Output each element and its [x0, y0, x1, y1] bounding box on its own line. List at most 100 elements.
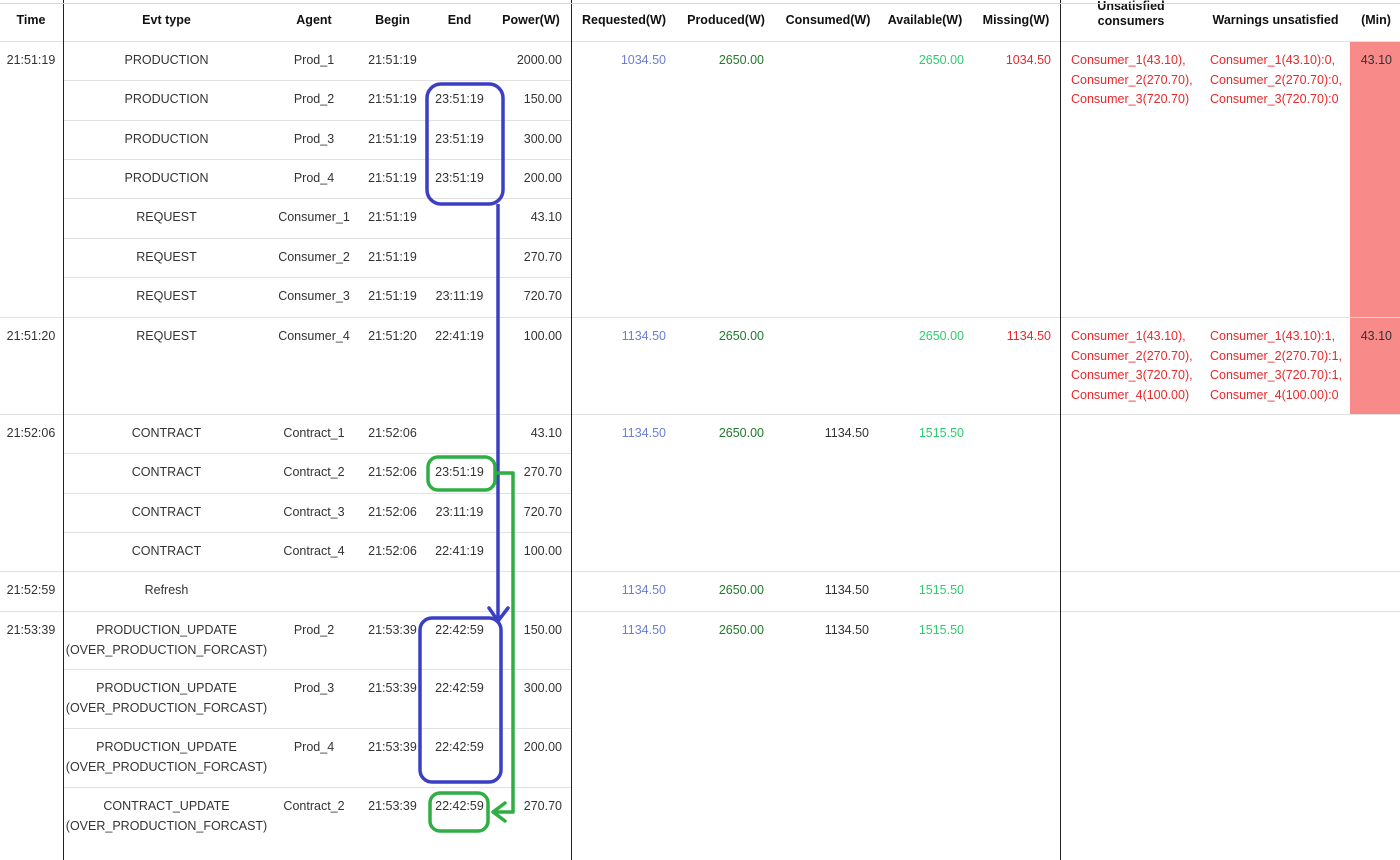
event-begin: 21:52:06 [368, 544, 417, 558]
consumed-value: 1134.50 [824, 623, 869, 637]
available-value: 2650.00 [918, 329, 964, 343]
row-divider [64, 238, 571, 239]
event-end: 23:51:19 [435, 465, 484, 479]
event-type: PRODUCTION_UPDATE (OVER_PRODUCTION_FORCA… [65, 740, 268, 774]
event-power: 200.00 [523, 740, 562, 754]
header-warnings[interactable]: Warnings unsatisfied [1202, 0, 1349, 41]
event-begin: 21:51:19 [368, 210, 417, 224]
event-type: PRODUCTION [124, 171, 209, 185]
event-agent: Consumer_1 [278, 210, 350, 224]
event-begin: 21:52:06 [368, 505, 417, 519]
group-divider [0, 571, 1400, 572]
available-value: 1515.50 [918, 623, 964, 637]
event-agent: Prod_2 [293, 92, 335, 106]
header-missing[interactable]: Missing(W) [972, 0, 1060, 41]
event-agent: Prod_3 [293, 681, 335, 695]
event-type: REQUEST [136, 210, 197, 224]
event-begin: 21:51:20 [368, 329, 417, 343]
requested-value: 1034.50 [620, 53, 666, 67]
vline-after-time [63, 0, 64, 860]
unsatisfied-consumer: Consumer_4(100.00) [1071, 387, 1190, 402]
event-type: CONTRACT [131, 505, 202, 519]
missing-value: 1134.50 [1006, 329, 1051, 343]
event-power: 720.70 [523, 289, 562, 303]
header-unsatisfied-bottom: consumers [1097, 13, 1165, 28]
event-agent: Prod_3 [293, 132, 335, 146]
header-end[interactable]: End [427, 0, 492, 41]
event-begin: 21:53:39 [368, 623, 417, 637]
unsatisfied-consumer: Consumer_3(720.70), [1071, 368, 1193, 382]
event-time: 21:51:20 [6, 329, 56, 343]
event-power: 270.70 [523, 465, 562, 479]
row-divider [64, 277, 571, 278]
event-begin: 21:52:06 [368, 426, 417, 440]
event-agent: Consumer_2 [278, 250, 350, 264]
row-divider [64, 669, 571, 670]
event-agent: Prod_2 [293, 623, 335, 637]
event-begin: 21:51:19 [368, 289, 417, 303]
event-type: CONTRACT [131, 544, 202, 558]
row-divider [64, 453, 571, 454]
header-evt-type[interactable]: Evt type [64, 0, 269, 41]
event-agent: Consumer_3 [278, 289, 350, 303]
event-type: CONTRACT_UPDATE (OVER_PRODUCTION_FORCAST… [65, 799, 268, 833]
event-begin: 21:52:06 [368, 465, 417, 479]
row-divider [64, 787, 571, 788]
unsatisfied-consumer: Consumer_2(270.70), [1071, 348, 1193, 363]
event-power: 270.70 [523, 799, 562, 813]
min-highlight-cell [1350, 42, 1400, 317]
event-agent: Prod_1 [293, 53, 335, 67]
event-type: PRODUCTION [124, 132, 209, 146]
row-divider [64, 120, 571, 121]
produced-value: 2650.00 [718, 583, 764, 597]
header-produced[interactable]: Produced(W) [676, 0, 776, 41]
event-power: 43.10 [530, 426, 562, 440]
event-power: 100.00 [523, 329, 562, 343]
row-divider [64, 159, 571, 160]
event-end: 22:42:59 [435, 799, 484, 813]
warning-unsatisfied: Consumer_2(270.70):1, [1210, 348, 1343, 363]
event-agent: Contract_1 [283, 426, 345, 440]
row-divider [64, 80, 571, 81]
event-type: CONTRACT [131, 465, 202, 479]
header-requested[interactable]: Requested(W) [574, 0, 674, 41]
unsatisfied-consumer: Consumer_1(43.10), [1071, 53, 1186, 67]
warning-unsatisfied: Consumer_4(100.00):0 [1210, 387, 1339, 402]
group-divider [0, 611, 1400, 612]
unsatisfied-consumer: Consumer_1(43.10), [1071, 329, 1186, 343]
event-time: 21:52:59 [6, 583, 56, 597]
header-begin[interactable]: Begin [360, 0, 425, 41]
consumed-value: 1134.50 [824, 426, 869, 440]
available-value: 1515.50 [918, 583, 964, 597]
row-divider [64, 493, 571, 494]
event-begin: 21:51:19 [368, 171, 417, 185]
header-agent[interactable]: Agent [270, 0, 358, 41]
event-begin: 21:51:19 [368, 92, 417, 106]
event-agent: Contract_4 [283, 544, 345, 558]
header-consumed[interactable]: Consumed(W) [778, 0, 878, 41]
event-end: 22:42:59 [435, 740, 484, 754]
event-time: 21:51:19 [6, 53, 56, 67]
group-divider [0, 41, 1400, 42]
consumed-value: 1134.50 [824, 583, 869, 597]
event-power: 150.00 [523, 92, 562, 106]
event-end: 23:11:19 [435, 505, 484, 519]
produced-value: 2650.00 [718, 53, 764, 67]
event-agent: Contract_3 [283, 505, 345, 519]
header-available[interactable]: Available(W) [880, 0, 970, 41]
event-end: 23:51:19 [435, 132, 484, 146]
event-agent: Consumer_4 [278, 329, 350, 343]
event-agent: Contract_2 [283, 799, 345, 813]
header-power[interactable]: Power(W) [495, 0, 567, 41]
event-time: 21:52:06 [6, 426, 56, 440]
event-table: Time Evt type Agent Begin End Power(W) R… [0, 0, 1400, 860]
produced-value: 2650.00 [718, 623, 764, 637]
header-unsatisfied[interactable]: Unsatisfied consumers [1062, 0, 1200, 41]
event-power: 300.00 [523, 132, 562, 146]
event-time: 21:53:39 [6, 623, 56, 637]
header-min[interactable]: (Min) [1352, 0, 1400, 41]
header-time[interactable]: Time [0, 0, 62, 41]
group-divider [0, 317, 1400, 318]
warning-unsatisfied: Consumer_2(270.70):0, [1210, 72, 1343, 87]
missing-value: 1034.50 [1005, 53, 1051, 67]
